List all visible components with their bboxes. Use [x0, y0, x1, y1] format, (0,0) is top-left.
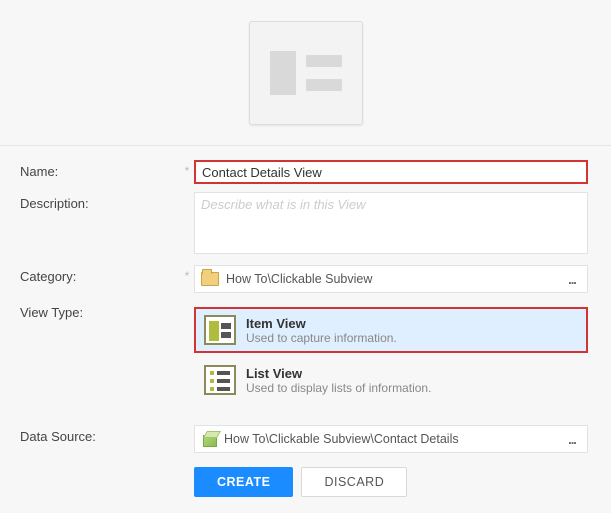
description-label: Description:: [20, 192, 180, 211]
category-label: Category:: [20, 265, 180, 284]
hero-area: [0, 0, 611, 146]
required-star-icon: *: [180, 265, 194, 283]
view-type-option-list-view[interactable]: List View Used to display lists of infor…: [194, 357, 588, 403]
ellipsis-icon[interactable]: ...: [557, 432, 587, 447]
category-value: How To\Clickable Subview: [226, 272, 557, 286]
data-source-picker[interactable]: How To\Clickable Subview\Contact Details…: [194, 425, 588, 453]
discard-button[interactable]: DISCARD: [301, 467, 407, 497]
description-textarea[interactable]: [194, 192, 588, 254]
list-view-title: List View: [246, 366, 431, 381]
smartobject-icon: [201, 431, 217, 447]
item-view-hero-icon: [268, 49, 344, 97]
list-view-subtitle: Used to display lists of information.: [246, 381, 431, 395]
create-button[interactable]: CREATE: [194, 467, 293, 497]
item-view-subtitle: Used to capture information.: [246, 331, 397, 345]
view-type-option-item-view[interactable]: Item View Used to capture information.: [194, 307, 588, 353]
ellipsis-icon[interactable]: ...: [557, 272, 587, 287]
view-type-label: View Type:: [20, 301, 180, 320]
required-star-icon: *: [180, 160, 194, 178]
data-source-label: Data Source:: [20, 425, 180, 444]
folder-icon: [201, 272, 219, 286]
category-picker[interactable]: How To\Clickable Subview ...: [194, 265, 588, 293]
hero-icon-card: [249, 21, 363, 125]
name-label: Name:: [20, 160, 180, 179]
list-view-icon: [204, 365, 236, 395]
name-input[interactable]: [194, 160, 588, 184]
item-view-title: Item View: [246, 316, 397, 331]
data-source-value: How To\Clickable Subview\Contact Details: [224, 432, 557, 446]
item-view-icon: [204, 315, 236, 345]
